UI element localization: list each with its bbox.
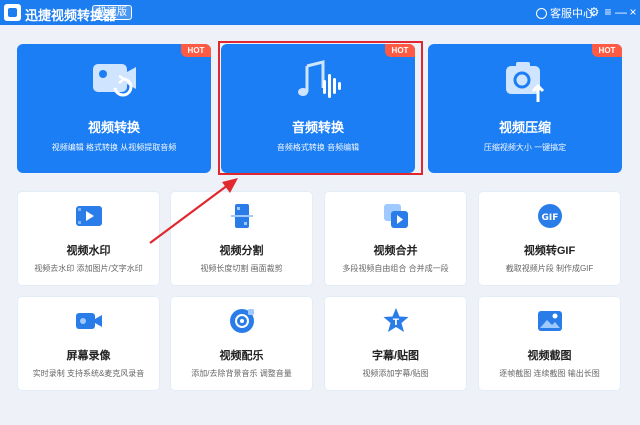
subtitle-icon: T [383, 308, 409, 332]
tool-title: 屏幕录像 [66, 350, 111, 362]
headset-icon [536, 8, 547, 19]
tool-desc: 逐帧截图 连续截图 输出长图 [499, 369, 600, 378]
tool-desc: 实时录制 支持系统&麦克风录音 [32, 369, 145, 378]
hot-badge: HOT [181, 44, 211, 57]
screen-record-icon [76, 313, 102, 329]
tool-title: 视频合并 [373, 245, 418, 257]
settings-icon[interactable]: ⚙ [587, 3, 601, 21]
edition-badge: 极速版 [92, 5, 132, 20]
tool-card-screen-record[interactable]: 屏幕录像 实时录制 支持系统&麦克风录音 [17, 296, 160, 391]
video-convert-icon [93, 64, 136, 97]
tool-title: 视频水印 [66, 245, 111, 257]
tool-card-watermark[interactable]: 视频水印 视频去水印 添加图片/文字水印 [17, 191, 160, 286]
watermark-icon [76, 206, 102, 226]
tool-desc: 视频长度切割 画面裁剪 [200, 264, 283, 273]
close-button[interactable]: × [626, 3, 640, 21]
video-compress-icon [506, 62, 545, 102]
tool-card-gif[interactable]: GIF 视频转GIF 截取视频片段 制作成GIF [478, 191, 621, 286]
svg-text:T: T [393, 318, 400, 328]
feature-desc: 压缩视频大小 一键搞定 [483, 143, 567, 152]
tool-desc: 多段视频自由组合 合并成一段 [342, 264, 449, 273]
feature-desc: 视频编辑 格式转换 从视频提取音频 [51, 143, 177, 152]
svg-text:GIF: GIF [542, 213, 559, 223]
menu-icon[interactable]: ≡ [601, 3, 615, 21]
gif-icon: GIF [538, 204, 562, 228]
tool-title: 视频配乐 [219, 350, 264, 362]
tool-card-music[interactable]: 视频配乐 添加/去除背景音乐 调整音量 [170, 296, 313, 391]
service-center-button[interactable]: 客服中心 [536, 5, 594, 21]
tool-title: 视频截图 [527, 350, 572, 362]
main-content: HOT 视频转换 视频编辑 格式转换 从视频提取音频 HOT 音频转换 音频格式… [0, 25, 640, 425]
tool-desc: 添加/去除背景音乐 调整音量 [191, 369, 292, 378]
title-bar: 迅捷视频转换器 极速版 客服中心 ⚙ ≡ — × [0, 0, 640, 25]
tool-title: 视频转GIF [523, 245, 576, 257]
feature-card-video-compress[interactable]: HOT 视频压缩 压缩视频大小 一键搞定 [428, 44, 622, 173]
tool-card-screenshot[interactable]: 视频截图 逐帧截图 连续截图 输出长图 [478, 296, 621, 391]
screenshot-icon [538, 311, 562, 331]
merge-icon [384, 204, 408, 228]
tool-card-split[interactable]: 视频分割 视频长度切割 画面裁剪 [170, 191, 313, 286]
highlight-frame [218, 41, 423, 175]
tool-card-subtitle[interactable]: T 字幕/贴图 视频添加字幕/贴图 [324, 296, 467, 391]
split-icon [231, 204, 253, 228]
tool-card-merge[interactable]: 视频合并 多段视频自由组合 合并成一段 [324, 191, 467, 286]
tool-desc: 视频添加字幕/贴图 [362, 369, 429, 378]
hot-badge: HOT [592, 44, 622, 57]
tool-desc: 截取视频片段 制作成GIF [505, 264, 594, 273]
tool-desc: 视频去水印 添加图片/文字水印 [34, 264, 143, 273]
tool-title: 字幕/贴图 [371, 350, 420, 362]
music-icon [230, 309, 254, 333]
app-logo-icon [4, 4, 21, 21]
feature-card-video-convert[interactable]: HOT 视频转换 视频编辑 格式转换 从视频提取音频 [17, 44, 211, 173]
feature-title: 视频压缩 [498, 120, 551, 135]
feature-title: 视频转换 [87, 120, 140, 135]
tool-title: 视频分割 [219, 245, 264, 257]
